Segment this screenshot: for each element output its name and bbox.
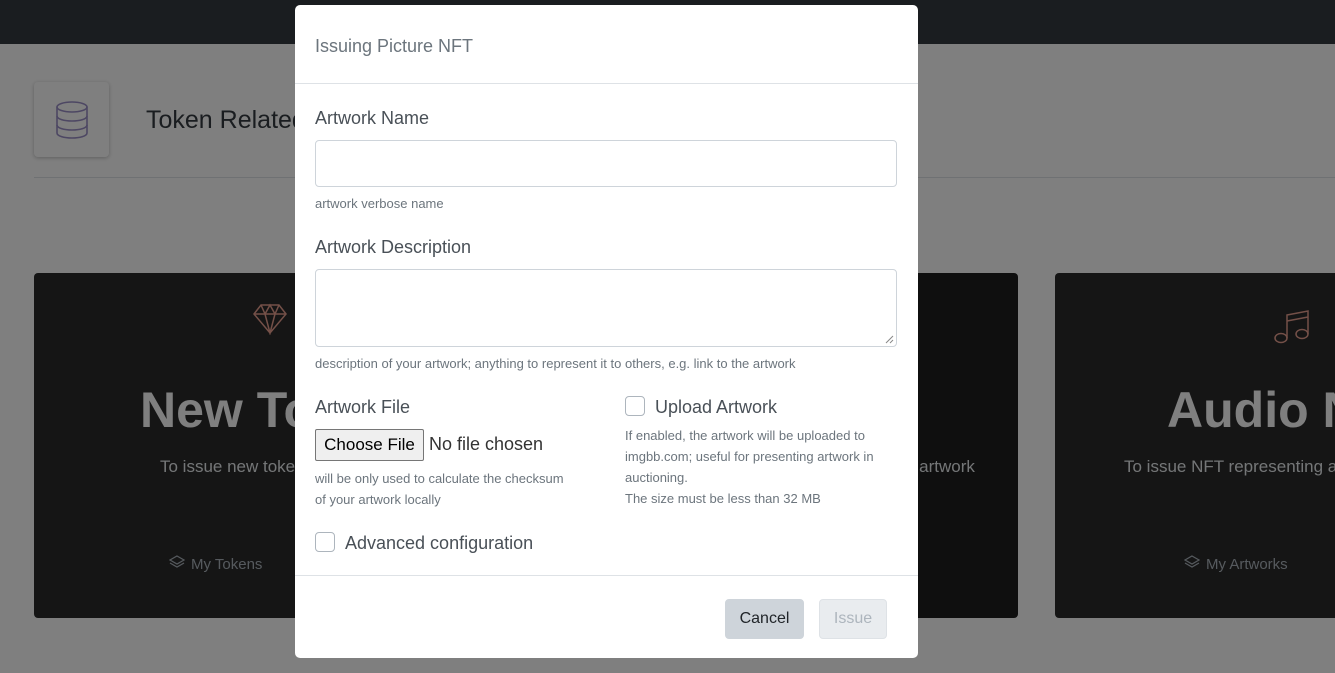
upload-artwork-help: If enabled, the artwork will be uploaded… [625,428,874,506]
advanced-configuration-label[interactable]: Advanced configuration [345,533,533,554]
resize-grip-icon[interactable] [884,334,894,344]
advanced-configuration-checkbox[interactable] [315,532,335,552]
artwork-description-textarea[interactable] [315,269,897,347]
issue-picture-nft-modal: Issuing Picture NFT Artwork Name artwork… [295,5,918,658]
modal-header: Issuing Picture NFT [295,5,918,84]
artwork-name-help: artwork verbose name [315,196,444,211]
file-status: No file chosen [429,434,544,454]
artwork-description-label: Artwork Description [315,237,472,257]
artwork-description-help: description of your artwork; anything to… [315,356,796,371]
issue-button[interactable]: Issue [819,599,887,639]
modal-footer: Cancel Issue [295,575,918,658]
artwork-file-help: will be only used to calculate the check… [315,471,564,507]
artwork-name-label: Artwork Name [315,108,430,128]
artwork-file-label: Artwork File [315,397,411,417]
modal-body: Artwork Name artwork verbose name Artwor… [295,84,918,576]
choose-file-button[interactable]: Choose File [315,429,424,461]
upload-artwork-checkbox[interactable] [625,396,645,416]
upload-artwork-label[interactable]: Upload Artwork [655,397,777,418]
artwork-name-input[interactable] [315,140,897,187]
cancel-button[interactable]: Cancel [725,599,804,639]
modal-title: Issuing Picture NFT [315,36,474,56]
